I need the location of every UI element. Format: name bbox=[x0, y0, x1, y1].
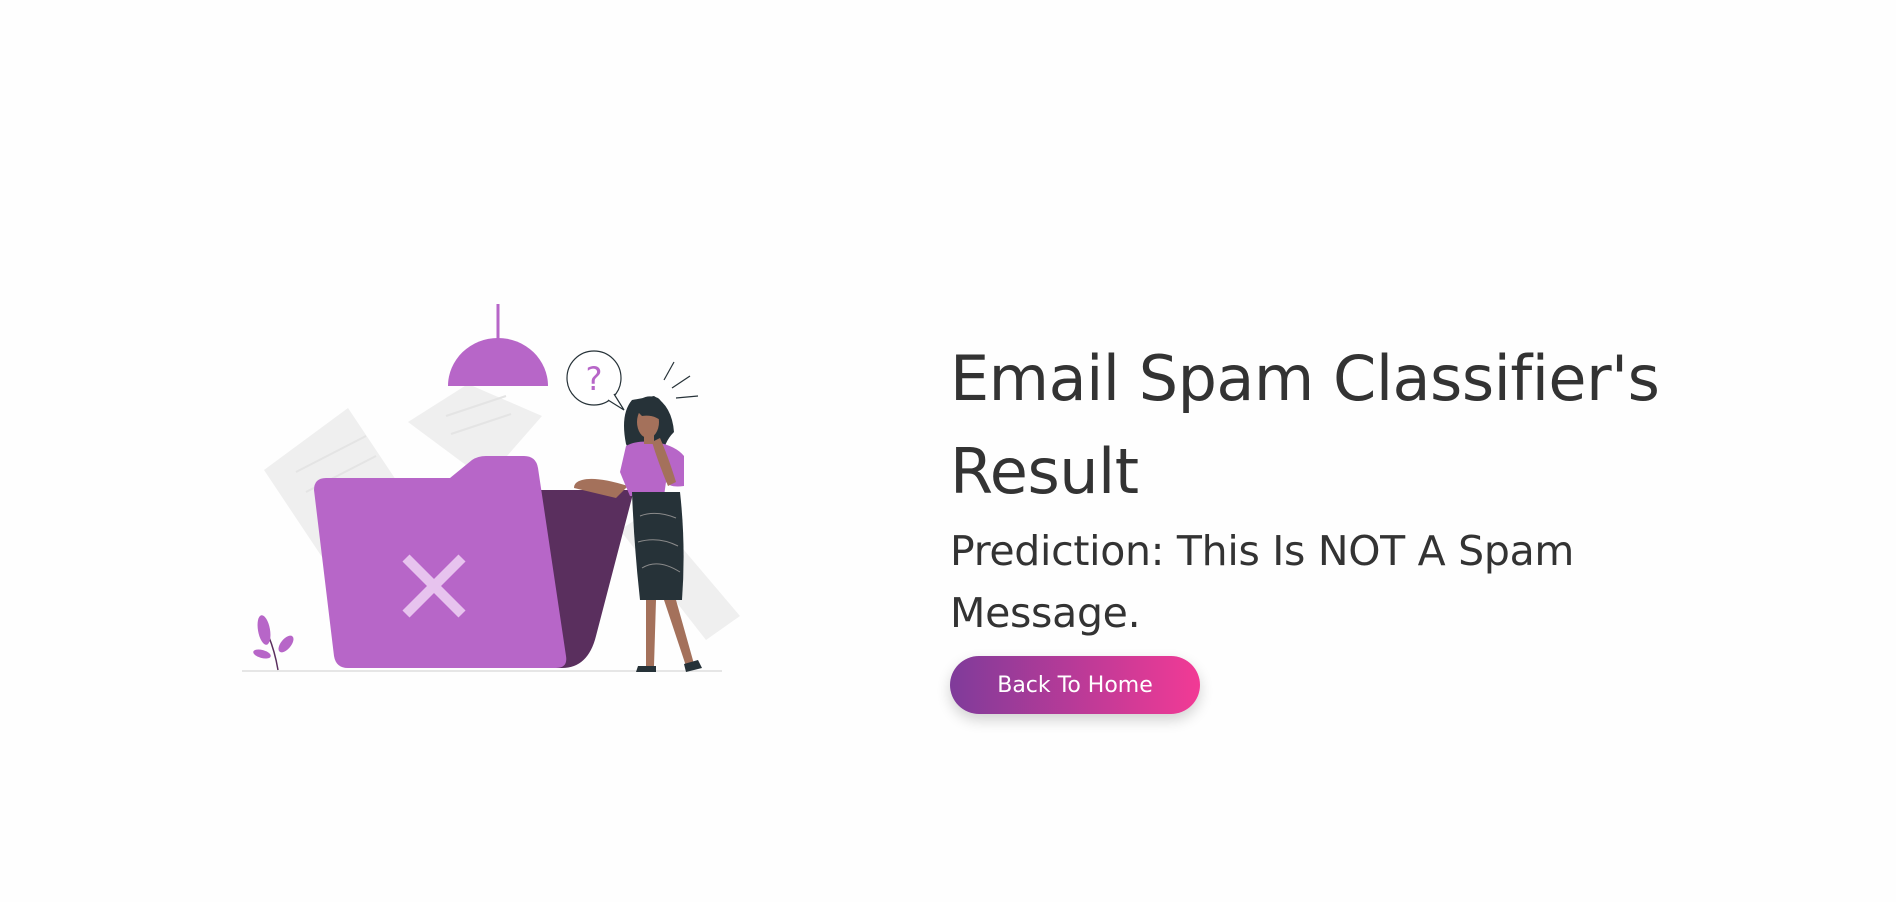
page-title: Email Spam Classifier's Result bbox=[950, 342, 1660, 508]
question-mark: ? bbox=[586, 360, 603, 398]
back-to-home-button[interactable]: Back To Home bbox=[950, 656, 1200, 714]
prediction-text: Prediction: This Is NOT A Spam Message. bbox=[950, 527, 1575, 637]
question-bubble-icon: ? bbox=[566, 350, 625, 411]
lamp-icon bbox=[448, 304, 548, 386]
surprise-lines bbox=[663, 361, 699, 399]
result-panel: Email Spam Classifier's Result Predictio… bbox=[950, 332, 1730, 714]
plant-icon bbox=[253, 615, 294, 671]
confused-person-with-folder-illustration: ? bbox=[236, 296, 756, 676]
result-page: ? Email Spam Classifier's Result Predict… bbox=[0, 0, 1896, 902]
